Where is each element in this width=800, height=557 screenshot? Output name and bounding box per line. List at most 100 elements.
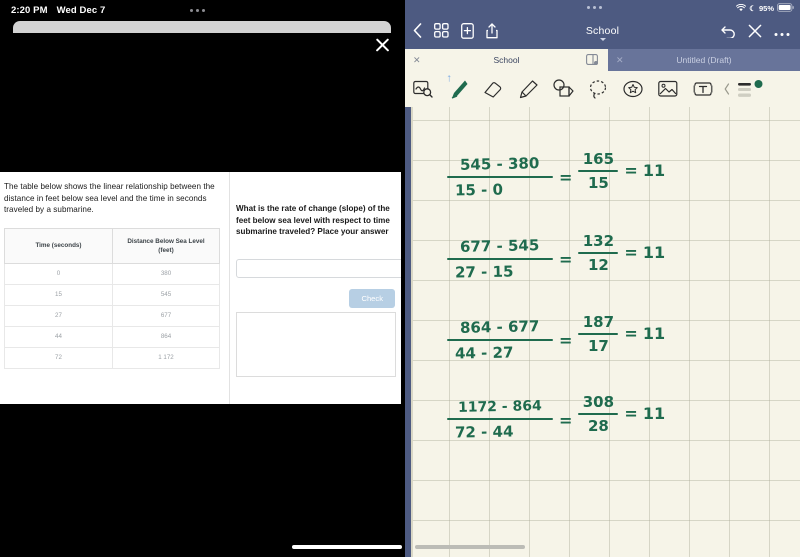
- undo-icon[interactable]: [721, 24, 736, 43]
- table-row: 44 864: [4, 325, 220, 348]
- sticker-tool[interactable]: [615, 74, 650, 104]
- pen-tool[interactable]: ᛏ: [440, 74, 475, 104]
- result-fraction-3: 187 17: [578, 313, 619, 355]
- fraction-numerator: 545 - 380: [460, 154, 540, 174]
- notability-toolbar: School: [405, 17, 800, 49]
- slope-fraction-4: 1172 - 864 72 - 44: [447, 398, 553, 442]
- question-part-1: What is the rate of change (: [236, 204, 342, 213]
- browser-pane: 2:20 PM Wed Dec 7 The table below shows …: [0, 0, 405, 557]
- fraction-numerator: 132: [582, 232, 615, 250]
- close-icon[interactable]: [372, 35, 392, 55]
- status-bar-right: ☾ 95%: [736, 1, 794, 16]
- multitask-handle[interactable]: [190, 9, 205, 12]
- equals-sign: =: [624, 160, 638, 180]
- browser-tab-strip[interactable]: [13, 21, 391, 33]
- status-time: 2:20 PM: [11, 4, 48, 16]
- table-row: 15 545: [4, 283, 220, 306]
- result-fraction-4: 308 28: [578, 393, 619, 435]
- scroll-indicator[interactable]: [415, 544, 525, 549]
- screen: 2:20 PM Wed Dec 7 The table below shows …: [0, 0, 800, 557]
- tab-label: School: [493, 55, 520, 65]
- table-row: 0 380: [4, 262, 220, 285]
- table-row: 27 677: [4, 304, 220, 327]
- submarine-data-table: Time (seconds) Distance Below Sea Level …: [4, 227, 220, 369]
- fraction-numerator: 308: [582, 393, 615, 411]
- check-button[interactable]: Check: [349, 288, 395, 308]
- close-icon[interactable]: [748, 24, 762, 43]
- answer-input[interactable]: [236, 258, 401, 278]
- tab-close-icon[interactable]: ✕: [413, 55, 421, 66]
- table-row: 72 1 172: [4, 346, 220, 369]
- fraction-bar: [447, 176, 553, 179]
- check-button-row: Check: [236, 288, 395, 308]
- equals-sign: =: [559, 167, 573, 187]
- equals-sign: =: [624, 323, 638, 343]
- cell-time: 72: [4, 346, 113, 369]
- multitask-handle-right[interactable]: [587, 6, 602, 9]
- notability-pane: ☾ 95% School ✕ School ✕ Untitled (Draft)…: [405, 0, 800, 557]
- note-canvas[interactable]: 545 - 380 15 - 0 = 165 15 = 11 677 - 545: [411, 107, 800, 557]
- cell-time: 15: [4, 283, 113, 306]
- fraction-numerator: 1172 - 864: [457, 398, 543, 416]
- paper-left-edge: [411, 107, 413, 557]
- tab-close-icon[interactable]: ✕: [616, 55, 624, 66]
- fraction-denominator: 27 - 15: [454, 262, 514, 282]
- cell-distance: 545: [112, 283, 220, 306]
- fraction-denominator: 15 - 0: [454, 180, 504, 200]
- column-header-time: Time (seconds): [4, 227, 113, 264]
- status-date: Wed Dec 7: [56, 4, 106, 16]
- column-header-distance: Distance Below Sea Level (feet): [112, 227, 220, 264]
- result-fraction-2: 132 12: [578, 232, 619, 275]
- chevron-down-icon[interactable]: [599, 38, 606, 41]
- problem-right-column: What is the rate of change (slope) of th…: [230, 172, 401, 404]
- table-header-row: Time (seconds) Distance Below Sea Level …: [4, 227, 220, 264]
- new-note-icon[interactable]: [461, 22, 474, 44]
- tab-label: Untitled (Draft): [676, 55, 732, 65]
- cell-distance: 1 172: [112, 346, 220, 369]
- back-chevron-icon[interactable]: [413, 23, 422, 43]
- fraction-bar: [447, 418, 553, 421]
- fraction-denominator: 44 - 27: [454, 343, 514, 363]
- slope-fraction-2: 677 - 545 27 - 15: [447, 236, 553, 282]
- equals-sign: =: [559, 330, 573, 350]
- tab-school[interactable]: ✕ School: [405, 49, 608, 71]
- battery-icon: [777, 3, 794, 14]
- problem-page: The table below shows the linear relatio…: [0, 172, 401, 404]
- more-options-icon[interactable]: [774, 24, 790, 42]
- fraction-bar: [578, 333, 619, 336]
- split-view-icon[interactable]: [586, 53, 598, 67]
- eraser-tool[interactable]: [475, 74, 510, 104]
- home-indicator: [292, 545, 402, 549]
- tab-untitled-draft[interactable]: ✕ Untitled (Draft): [608, 49, 800, 71]
- text-tool[interactable]: [685, 74, 720, 104]
- handwritten-equation-1: 545 - 380 15 - 0 = 165 15 = 11: [447, 150, 665, 200]
- result-fraction-1: 165 15: [578, 150, 619, 193]
- image-tool[interactable]: [650, 74, 685, 104]
- scratch-canvas[interactable]: [236, 312, 396, 377]
- fraction-numerator: 165: [582, 150, 615, 168]
- slope-fraction-1: 545 - 380 15 - 0: [447, 154, 553, 200]
- table-body: 0 380 15 545 27 677 44 864 72 1 172: [4, 262, 220, 369]
- lasso-tool[interactable]: [580, 74, 615, 104]
- cell-distance: 380: [112, 262, 220, 285]
- fraction-bar: [447, 258, 553, 261]
- slope-result-3: 11: [642, 323, 666, 343]
- tool-palette: ᛏ: [405, 71, 800, 107]
- fraction-denominator: 12: [587, 256, 609, 275]
- more-tools-chevron-icon[interactable]: [720, 74, 734, 104]
- fraction-bar: [578, 252, 619, 255]
- share-icon[interactable]: [486, 22, 498, 44]
- fraction-denominator: 72 - 44: [454, 422, 514, 442]
- cell-time: 0: [4, 262, 113, 285]
- equals-sign: =: [624, 242, 638, 262]
- shapes-tool[interactable]: [545, 74, 580, 104]
- line-width-color-selector[interactable]: [734, 74, 768, 104]
- problem-intro-text: The table below shows the linear relatio…: [4, 182, 215, 215]
- fraction-denominator: 15: [587, 174, 609, 193]
- library-grid-icon[interactable]: [434, 23, 449, 43]
- highlighter-tool[interactable]: [510, 74, 545, 104]
- handwritten-equation-2: 677 - 545 27 - 15 = 132 12 = 11: [447, 232, 665, 282]
- bluetooth-icon: ᛏ: [447, 76, 452, 83]
- battery-percent-label: 95%: [758, 4, 774, 13]
- handwriting-search-tool[interactable]: [405, 74, 440, 104]
